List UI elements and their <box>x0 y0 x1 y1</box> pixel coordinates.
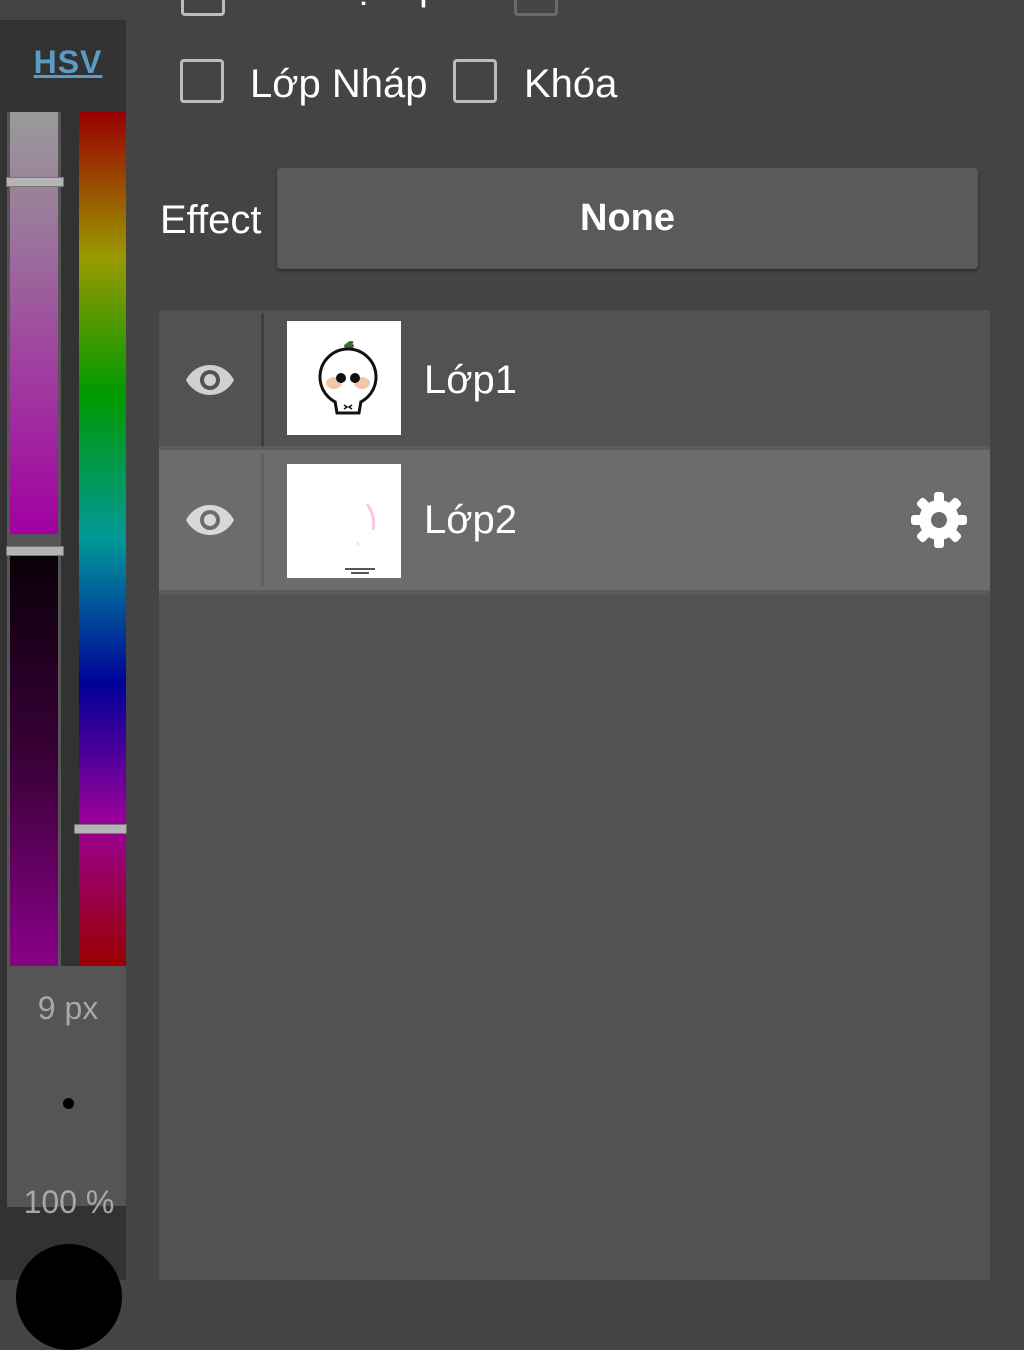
clipping-checkbox[interactable] <box>514 0 558 16</box>
sketch-thumbnail-image <box>345 503 376 574</box>
row-divider <box>261 454 264 586</box>
eye-icon <box>186 505 234 535</box>
draft-layer-checkbox[interactable] <box>180 59 224 103</box>
brush-size-label[interactable]: 9 px <box>0 990 136 1027</box>
visibility-toggle[interactable] <box>159 310 261 450</box>
sidebar-top-strip <box>0 0 126 20</box>
gear-icon[interactable] <box>909 490 969 550</box>
effect-value: None <box>580 197 675 239</box>
visibility-toggle[interactable] <box>159 450 261 590</box>
protect-alpha-checkbox[interactable] <box>181 0 225 16</box>
brush-preview-dot <box>63 1098 74 1109</box>
row-divider <box>261 314 264 446</box>
layer-row-1[interactable]: Lớp1 <box>159 310 990 450</box>
clipping-label: Cắt xén <box>582 0 720 9</box>
eye-icon <box>186 365 234 395</box>
value-slider[interactable] <box>10 556 58 966</box>
effect-label: Effect <box>160 198 262 242</box>
opacity-label[interactable]: 100 % <box>0 1184 138 1221</box>
layer-name: Lớp1 <box>424 358 517 402</box>
saturation-slider[interactable] <box>10 112 58 534</box>
layer-thumbnail <box>287 464 401 578</box>
row-separator <box>159 590 990 595</box>
current-color-swatch[interactable] <box>16 1244 122 1350</box>
hue-slider[interactable] <box>79 112 126 966</box>
layer-row-2[interactable]: Lớp2 <box>159 450 990 590</box>
lock-label: Khóa <box>524 62 618 106</box>
layer-name: Lớp2 <box>424 498 517 542</box>
value-slider-handle[interactable] <box>6 546 64 556</box>
saturation-slider-handle[interactable] <box>6 177 64 187</box>
lock-checkbox[interactable] <box>453 59 497 103</box>
hue-slider-handle[interactable] <box>74 824 127 834</box>
hsv-tab[interactable]: HSV <box>0 44 136 81</box>
layer-thumbnail <box>287 321 401 435</box>
mascot-thumbnail-image <box>318 341 378 415</box>
protect-alpha-label: Bảo vệ Alpha <box>250 0 486 9</box>
effect-dropdown[interactable]: None <box>277 168 978 269</box>
draft-layer-label: Lớp Nháp <box>250 62 428 106</box>
